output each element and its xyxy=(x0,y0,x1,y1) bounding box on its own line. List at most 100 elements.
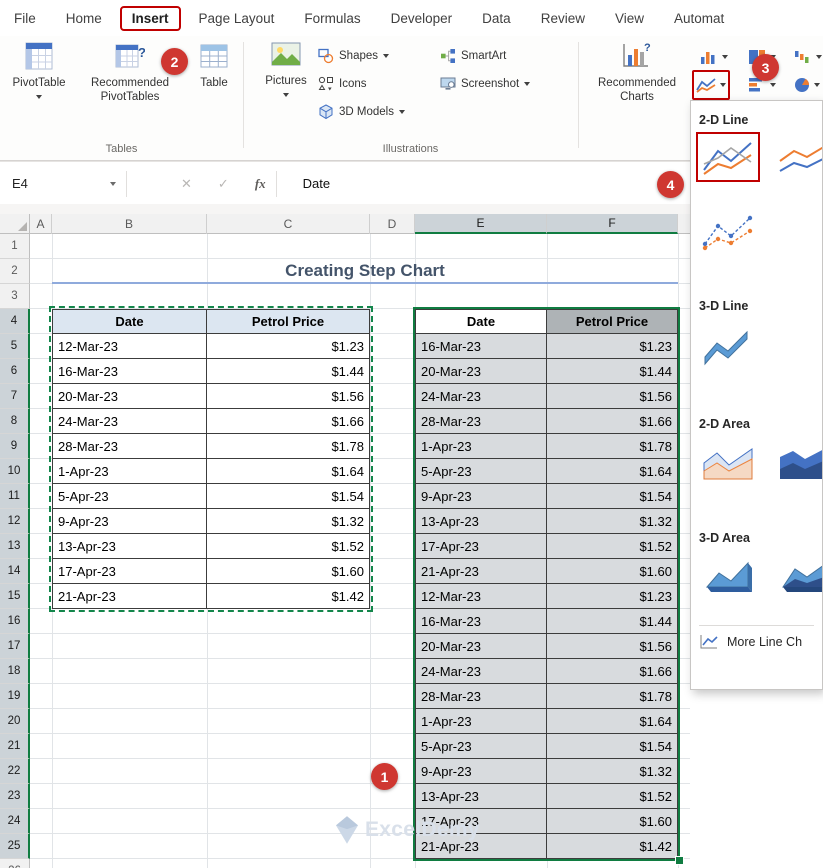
tab-insert[interactable]: Insert xyxy=(119,5,181,31)
cell[interactable]: $1.44 xyxy=(547,359,678,384)
cell[interactable]: $1.42 xyxy=(207,584,370,609)
cell[interactable]: $1.23 xyxy=(547,584,678,609)
cell[interactable]: 5-Apr-23 xyxy=(52,484,207,509)
cell[interactable]: $1.78 xyxy=(207,434,370,459)
cell[interactable]: 12-Mar-23 xyxy=(415,584,547,609)
cell[interactable]: $1.78 xyxy=(547,434,678,459)
cell[interactable]: $1.64 xyxy=(547,459,678,484)
cell[interactable]: $1.32 xyxy=(547,759,678,784)
cell[interactable]: 16-Mar-23 xyxy=(52,359,207,384)
row-header[interactable]: 18 xyxy=(0,659,30,684)
enter-button[interactable]: ✓ xyxy=(218,176,229,192)
tab-home[interactable]: Home xyxy=(66,11,102,26)
cell[interactable]: $1.54 xyxy=(547,734,678,759)
cell[interactable]: $1.64 xyxy=(547,709,678,734)
cell[interactable]: $1.32 xyxy=(207,509,370,534)
chart-thumb-stacked-area[interactable] xyxy=(775,441,822,485)
cell[interactable]: $1.60 xyxy=(547,809,678,834)
row-header[interactable]: 16 xyxy=(0,609,30,634)
fill-handle[interactable] xyxy=(675,856,684,865)
row-header[interactable]: 5 xyxy=(0,334,30,359)
cell[interactable]: 16-Mar-23 xyxy=(415,334,547,359)
row-header[interactable]: 10 xyxy=(0,459,30,484)
cell[interactable]: $1.42 xyxy=(547,834,678,859)
cell[interactable]: $1.66 xyxy=(547,659,678,684)
cell[interactable]: 28-Mar-23 xyxy=(415,409,547,434)
cell[interactable]: $1.23 xyxy=(547,334,678,359)
name-box[interactable]: E4 xyxy=(0,176,108,191)
sheet-title-cell[interactable]: Creating Step Chart xyxy=(52,259,678,284)
cell[interactable]: 21-Apr-23 xyxy=(415,559,547,584)
recommended-charts-button[interactable]: ? Recommended Charts xyxy=(586,42,688,105)
cell[interactable]: $1.56 xyxy=(547,384,678,409)
chart-thumb-line[interactable] xyxy=(696,132,760,182)
tab-data[interactable]: Data xyxy=(482,11,511,26)
cell[interactable]: $1.44 xyxy=(547,609,678,634)
column-header-a[interactable]: A xyxy=(30,214,52,234)
cell[interactable]: 28-Mar-23 xyxy=(52,434,207,459)
cell[interactable]: 20-Mar-23 xyxy=(415,634,547,659)
cell[interactable]: 5-Apr-23 xyxy=(415,459,547,484)
row-header[interactable]: 14 xyxy=(0,559,30,584)
column-header-e[interactable]: E xyxy=(415,214,547,234)
tab-automate[interactable]: Automat xyxy=(674,11,724,26)
selected-table-header-price[interactable]: Petrol Price xyxy=(547,309,678,334)
row-header[interactable]: 4 xyxy=(0,309,30,334)
cell[interactable]: $1.60 xyxy=(547,559,678,584)
table-button[interactable]: Table xyxy=(190,42,238,91)
row-header[interactable]: 20 xyxy=(0,709,30,734)
insert-function-button[interactable]: fx xyxy=(255,176,266,192)
column-header-b[interactable]: B xyxy=(52,214,207,234)
pictures-button[interactable]: Pictures xyxy=(258,42,314,97)
insert-column-chart-button[interactable] xyxy=(700,46,728,68)
name-box-chevron-icon[interactable] xyxy=(110,181,116,186)
row-header[interactable]: 6 xyxy=(0,359,30,384)
insert-pie-chart-button[interactable] xyxy=(794,74,820,96)
cell[interactable]: 24-Mar-23 xyxy=(415,659,547,684)
column-header-f[interactable]: F xyxy=(547,214,678,234)
cell[interactable]: 20-Mar-23 xyxy=(415,359,547,384)
chart-thumb-3d-line[interactable] xyxy=(699,325,757,369)
cell[interactable]: $1.60 xyxy=(207,559,370,584)
shapes-button[interactable]: Shapes xyxy=(318,45,390,67)
cell[interactable]: 12-Mar-23 xyxy=(52,334,207,359)
cell[interactable]: 28-Mar-23 xyxy=(415,684,547,709)
pivottable-button[interactable]: PivotTable xyxy=(8,42,70,99)
active-cell-e4[interactable]: Date xyxy=(415,309,547,334)
row-header[interactable]: 24 xyxy=(0,809,30,834)
row-header[interactable]: 19 xyxy=(0,684,30,709)
cancel-button[interactable]: ✕ xyxy=(181,176,192,192)
row-header[interactable]: 25 xyxy=(0,834,30,859)
formula-input[interactable]: Date xyxy=(303,176,330,191)
row-header[interactable]: 1 xyxy=(0,234,30,259)
cell[interactable]: 13-Apr-23 xyxy=(52,534,207,559)
cell[interactable]: $1.56 xyxy=(207,384,370,409)
row-header[interactable]: 11 xyxy=(0,484,30,509)
cell[interactable]: 17-Apr-23 xyxy=(415,534,547,559)
row-header[interactable]: 7 xyxy=(0,384,30,409)
cell[interactable]: $1.64 xyxy=(207,459,370,484)
column-header-c[interactable]: C xyxy=(207,214,370,234)
column-header-d[interactable]: D xyxy=(370,214,415,234)
cell[interactable]: 13-Apr-23 xyxy=(415,509,547,534)
cell[interactable]: $1.52 xyxy=(547,534,678,559)
chart-thumb-stacked-line[interactable] xyxy=(775,135,822,179)
cell[interactable]: 9-Apr-23 xyxy=(52,509,207,534)
insert-waterfall-chart-button[interactable] xyxy=(794,46,822,68)
cell[interactable]: 24-Mar-23 xyxy=(52,409,207,434)
select-all-corner[interactable] xyxy=(0,214,30,234)
row-header[interactable]: 15 xyxy=(0,584,30,609)
cell[interactable]: 1-Apr-23 xyxy=(52,459,207,484)
cell[interactable]: $1.56 xyxy=(547,634,678,659)
row-header[interactable]: 12 xyxy=(0,509,30,534)
cell[interactable]: 9-Apr-23 xyxy=(415,759,547,784)
screenshot-button[interactable]: Screenshot xyxy=(440,73,531,95)
cell[interactable]: $1.32 xyxy=(547,509,678,534)
cell[interactable]: 5-Apr-23 xyxy=(415,734,547,759)
cell[interactable]: 24-Mar-23 xyxy=(415,384,547,409)
row-header[interactable]: 26 xyxy=(0,859,30,868)
cell[interactable]: 16-Mar-23 xyxy=(415,609,547,634)
cell[interactable]: $1.54 xyxy=(207,484,370,509)
cell[interactable]: $1.52 xyxy=(547,784,678,809)
row-header[interactable]: 8 xyxy=(0,409,30,434)
